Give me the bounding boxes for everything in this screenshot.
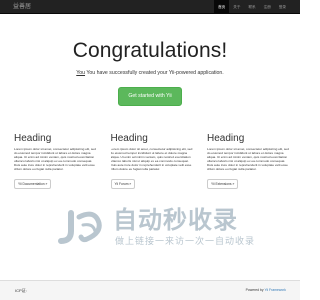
nav-item-home[interactable]: 首页 xyxy=(214,0,230,14)
yii-forum-button[interactable]: Yii Forum » xyxy=(110,178,136,189)
column-3: Heading Lorem ipsum dolor sit amet, cons… xyxy=(207,133,290,190)
column-heading: Heading xyxy=(110,133,148,144)
nav-item-contact[interactable]: 联系 xyxy=(244,0,259,14)
lead-you-text: You xyxy=(76,70,86,76)
powered-by-prefix: Powered by xyxy=(245,288,265,292)
column-1: Heading Lorem ipsum dolor sit amet, cons… xyxy=(14,133,97,190)
nav-item-register[interactable]: 注册 xyxy=(260,0,275,14)
nav-item-login[interactable]: 登录 xyxy=(275,0,290,14)
page-title: Congratulations! xyxy=(72,39,228,62)
jumbotron: Congratulations! You You have successful… xyxy=(0,38,300,106)
lead-text: You You have successfully created your Y… xyxy=(0,70,300,77)
lead-rest-text: You have successfully created your Yii-p… xyxy=(85,70,224,76)
column-body: Lorem ipsum dolor sit amet, consectetur … xyxy=(110,147,193,172)
watermark-subtitle: 做上链接一来访一次一自动收录 xyxy=(115,236,256,246)
yii-documentation-button[interactable]: Yii Documentation » xyxy=(14,178,52,189)
column-heading: Heading xyxy=(207,133,245,144)
brand-logo-text[interactable]: 益善居 xyxy=(13,3,31,11)
powered-by-text: Powered by Yii Framework xyxy=(246,288,286,293)
column-body: Lorem ipsum dolor sit amet, consectetur … xyxy=(14,147,96,172)
yii-framework-link[interactable]: Yii Framework xyxy=(264,288,286,292)
top-navbar: 益善居 首页 关于 联系 注册 登录 xyxy=(0,0,300,14)
column-body: Lorem ipsum dolor sit amet, consectetur … xyxy=(207,147,289,172)
page-footer: ICP证: Powered by Yii Framework xyxy=(0,280,300,300)
column-heading: Heading xyxy=(14,133,52,144)
watermark-logo-icon xyxy=(58,210,102,244)
watermark-overlay: 自动秒收录 做上链接一来访一次一自动收录 xyxy=(55,207,300,252)
watermark-title: 自动秒收录 xyxy=(113,207,238,234)
nav-item-about[interactable]: 关于 xyxy=(229,0,244,14)
get-started-button[interactable]: Get started with Yii xyxy=(118,87,182,106)
nav-menu: 首页 关于 联系 注册 登录 xyxy=(214,0,290,14)
yii-extensions-button[interactable]: Yii Extensions » xyxy=(207,178,239,189)
content-columns: Heading Lorem ipsum dolor sit amet, cons… xyxy=(14,133,290,190)
column-2: Heading Lorem ipsum dolor sit amet, cons… xyxy=(110,133,194,190)
icp-license-text: ICP证: xyxy=(15,288,27,293)
